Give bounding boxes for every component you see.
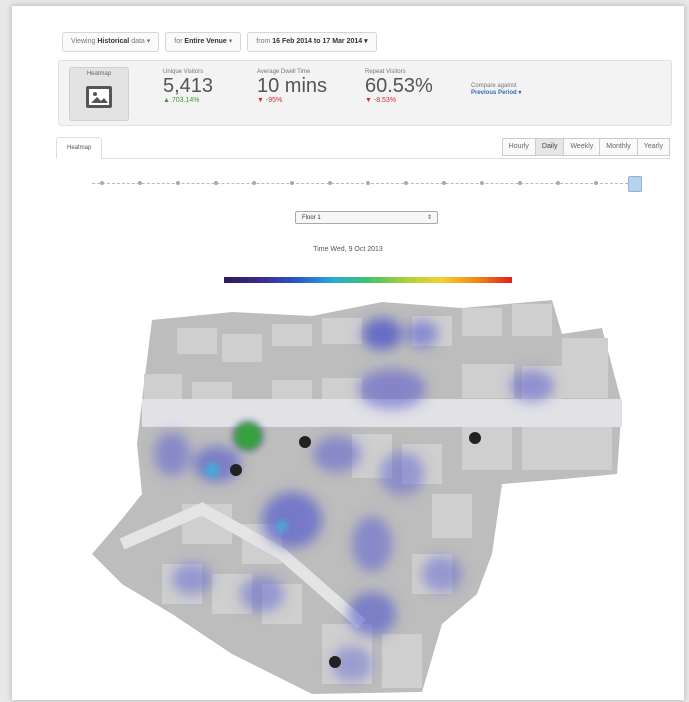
period-yearly[interactable]: Yearly [636, 138, 670, 156]
image-icon [86, 86, 112, 108]
floor-select[interactable]: Floor 1 ⇕ [295, 211, 438, 224]
toilet-icon [230, 464, 242, 476]
stat-value: 5,413 [163, 75, 214, 97]
dashboard-card: Viewing Historical data ▾ for Entire Ven… [12, 6, 684, 700]
stats-panel: Heatmap Unique Visitors 5,413 ▲ 703.14% … [58, 60, 672, 126]
stat-value: 10 mins [257, 75, 328, 97]
compare-value: Previous Period ▾ [471, 90, 522, 96]
timeline-tick [366, 181, 370, 185]
heat-legend-gradient [224, 277, 512, 283]
period-selector: Hourly Daily Weekly Monthly Yearly [501, 138, 670, 156]
filter-prefix: for [174, 38, 183, 45]
select-arrow-icon: ⇕ [426, 215, 432, 221]
tab-heatmap[interactable]: Heatmap [56, 137, 103, 159]
stat-delta: ▲ 703.14% [163, 97, 200, 104]
repeat-visitors-stat: Repeat Visitors 60.53% ▼ -8.53% [365, 69, 433, 104]
filter-prefix: from [256, 38, 271, 45]
period-hourly[interactable]: Hourly [501, 138, 536, 156]
info-icon [469, 432, 481, 444]
stat-delta: ▼ -8.53% [365, 97, 397, 104]
wheelchair-icon [299, 436, 311, 448]
filter-value: 16 Feb 2014 [272, 38, 312, 45]
timeline-tick [556, 181, 560, 185]
timeline-tick [252, 181, 256, 185]
stat-delta: ▼ -95% [257, 97, 283, 104]
period-weekly[interactable]: Weekly [563, 138, 601, 156]
view-tabs: Heatmap Hourly Daily Weekly Monthly Year… [56, 136, 670, 159]
floor-select-value: Floor 1 [302, 215, 321, 221]
data-mode-dropdown[interactable]: Viewing Historical data ▾ [62, 32, 160, 52]
timeline-tick [480, 181, 484, 185]
filter-suffix: to 17 Mar 2014 ▾ [313, 38, 368, 45]
timeline-tick [594, 181, 598, 185]
filter-value: Historical [97, 38, 130, 45]
floor-plan [92, 300, 622, 694]
filter-suffix: data ▾ [131, 38, 151, 45]
timeline-handle[interactable] [628, 176, 642, 192]
unique-visitors-stat: Unique Visitors 5,413 ▲ 703.14% [163, 69, 213, 104]
compare-selector[interactable]: Compare against Previous Period ▾ [471, 83, 521, 96]
timeline-tick [404, 181, 408, 185]
filter-suffix: ▾ [228, 38, 233, 45]
heatmap-tile[interactable]: Heatmap [69, 67, 129, 121]
timeline-tick [176, 181, 180, 185]
timeline-track [92, 183, 628, 184]
venue-heatmap[interactable] [82, 294, 632, 698]
stat-value: 60.53% [365, 75, 433, 97]
timeline-tick [290, 181, 294, 185]
date-range-dropdown[interactable]: from 16 Feb 2014 to 17 Mar 2014 ▾ [247, 32, 377, 52]
period-monthly[interactable]: Monthly [599, 138, 638, 156]
timeline-tick [100, 181, 104, 185]
filter-value: Entire Venue [184, 38, 227, 45]
heatmap-tile-label: Heatmap [86, 71, 112, 77]
time-label: Time Wed, 9 Oct 2013 [313, 246, 383, 253]
timeline-tick [518, 181, 522, 185]
timeline-tick [442, 181, 446, 185]
timeline-slider[interactable] [92, 176, 642, 192]
filter-prefix: Viewing [71, 38, 96, 45]
timeline-tick [214, 181, 218, 185]
dwell-time-stat: Average Dwell Time 10 mins ▼ -95% [257, 69, 327, 104]
info-icon [329, 656, 341, 668]
timeline-tick [328, 181, 332, 185]
venue-dropdown[interactable]: for Entire Venue ▾ [165, 32, 242, 52]
period-daily[interactable]: Daily [534, 138, 565, 156]
filter-bar: Viewing Historical data ▾ for Entire Ven… [62, 32, 377, 52]
timeline-tick [138, 181, 142, 185]
